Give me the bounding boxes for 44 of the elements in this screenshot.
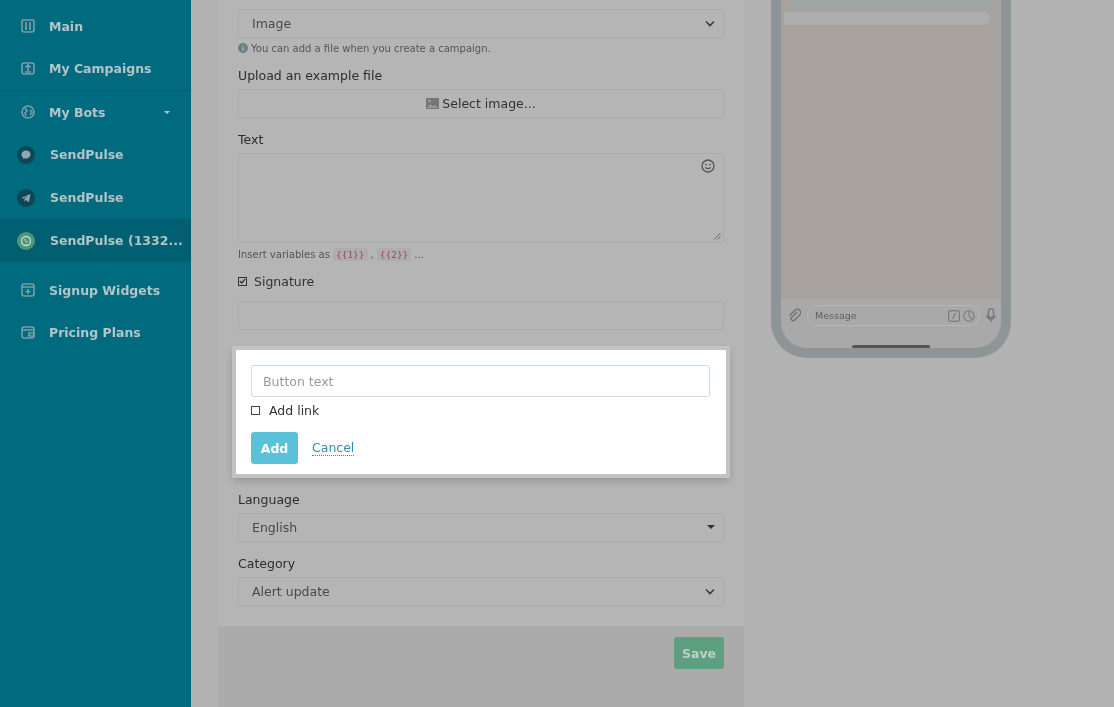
select-image-button[interactable]: Select image...	[238, 88, 724, 118]
message-field[interactable]: Message	[807, 305, 980, 327]
hint-text: Insert variables as {{1}} , {{2}} ...	[238, 247, 425, 261]
save-button[interactable]: Save	[674, 637, 724, 669]
globe-icon	[20, 104, 36, 120]
select-field[interactable]: Alert update	[238, 577, 724, 606]
select-field[interactable]: English	[238, 513, 724, 543]
field-label: Language	[238, 492, 301, 508]
cancel-link[interactable]: Cancel	[312, 440, 355, 456]
select-field[interactable]: Image	[238, 9, 724, 38]
sliders-icon	[20, 18, 36, 34]
paperclip-icon	[787, 308, 801, 324]
checkmark-icon	[239, 278, 246, 285]
clock-icon	[963, 309, 975, 322]
image-icon	[426, 97, 440, 109]
sidebar-item[interactable]: Pricing Plans	[0, 311, 191, 353]
widget-icon	[20, 282, 36, 298]
checkbox-label: Add link	[269, 403, 320, 419]
checkbox[interactable]	[251, 406, 260, 416]
caret-icon	[707, 525, 715, 531]
field-label: Category	[238, 556, 297, 572]
sidebar-item[interactable]: SendPulse (1332...	[0, 219, 191, 262]
resize-handle-icon	[713, 231, 721, 240]
sidebar-item[interactable]: My Campaigns	[0, 47, 191, 89]
sidebar-item[interactable]: Signup Widgets	[0, 269, 191, 311]
sidebar-item[interactable]: Main	[0, 5, 191, 47]
button-text-input[interactable]: Button text	[251, 365, 710, 398]
chevron-down-icon	[705, 588, 715, 596]
chevron-down-icon	[705, 19, 715, 27]
wallet-icon	[20, 324, 36, 340]
add-button[interactable]: Add	[251, 432, 298, 465]
sidebar-item[interactable]: My Bots	[0, 91, 191, 133]
checkbox-label: Signature	[254, 273, 315, 289]
sidebar-item[interactable]: SendPulse	[0, 133, 191, 176]
field-label: Text	[238, 131, 265, 147]
field-label: Upload an example file	[238, 67, 384, 83]
emoji-icon	[701, 158, 715, 173]
info-icon	[238, 43, 248, 54]
hint-text: You can add a file when you create a campaign.	[251, 42, 491, 54]
upload-box-icon	[20, 60, 36, 76]
checkbox[interactable]	[238, 276, 247, 286]
sidebar-item[interactable]: SendPulse	[0, 176, 191, 219]
sticker-icon	[948, 309, 960, 322]
microphone-icon	[986, 308, 996, 324]
